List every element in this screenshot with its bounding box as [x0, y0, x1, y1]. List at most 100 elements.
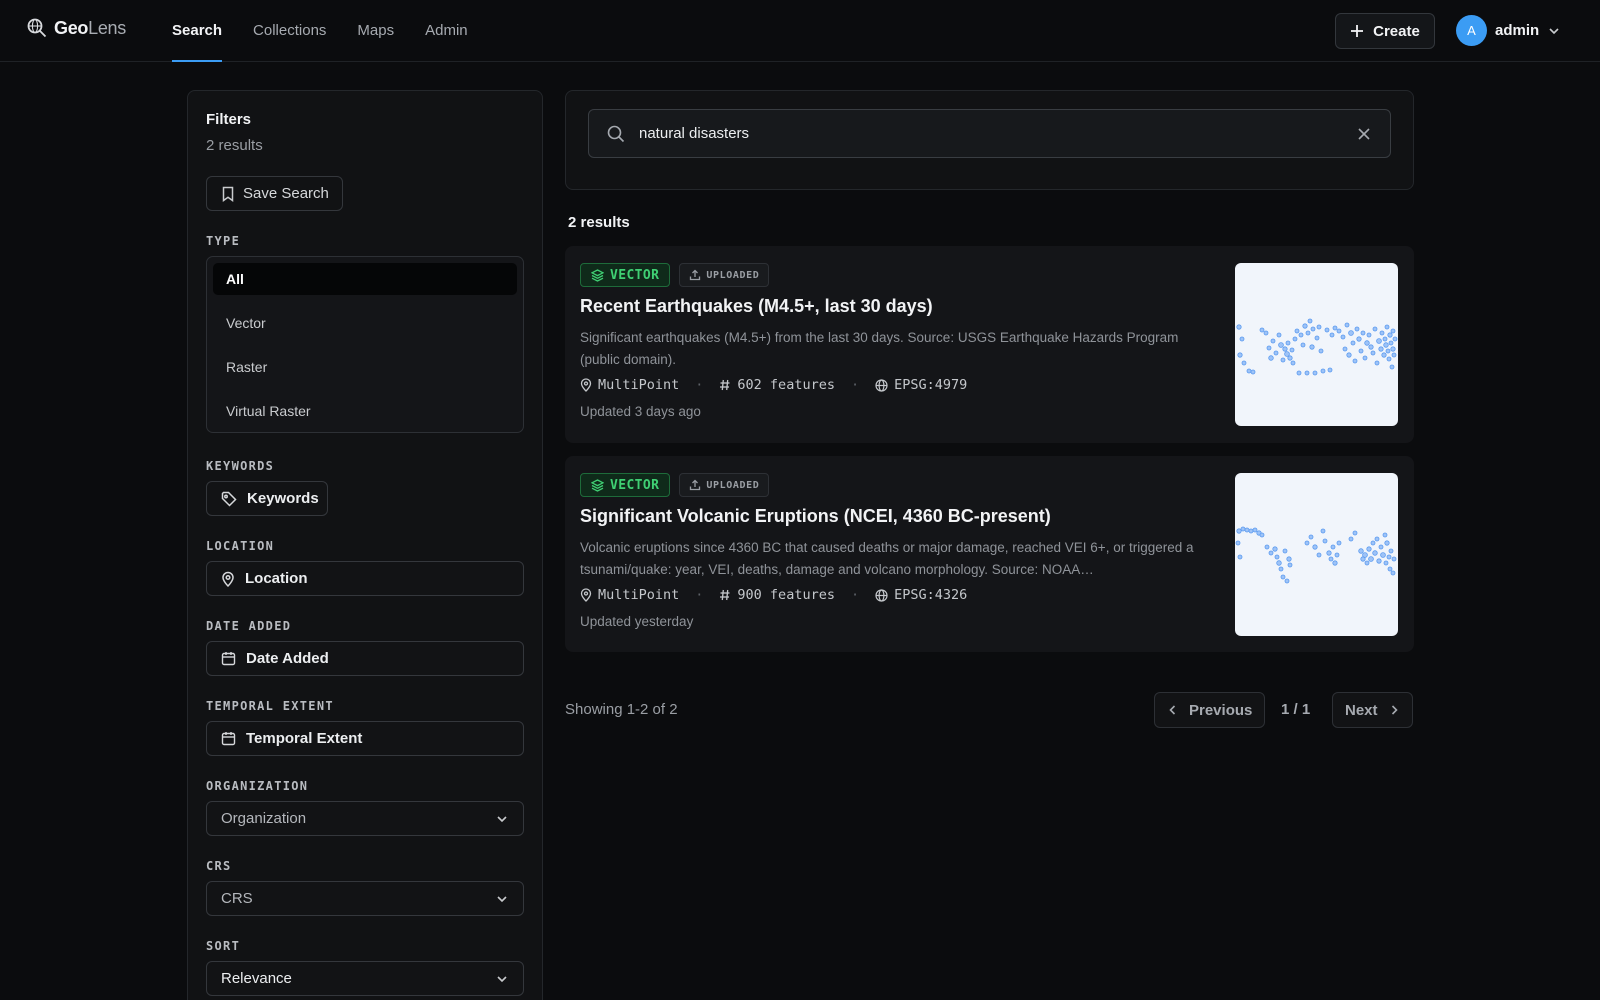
tab-collections[interactable]: Collections	[253, 0, 326, 62]
organization-section-label: ORGANIZATION	[206, 779, 309, 793]
next-page-button[interactable]: Next	[1332, 692, 1413, 728]
tab-admin[interactable]: Admin	[425, 0, 468, 62]
location-button-label: Location	[245, 570, 308, 587]
date-added-section-label: DATE ADDED	[206, 619, 292, 633]
temporal-extent-button[interactable]: Temporal Extent	[206, 721, 524, 756]
top-navigation-bar: GeoLens Search Collections Maps Admin Cr…	[0, 0, 1600, 62]
calendar-icon	[221, 651, 236, 666]
bookmark-icon	[221, 186, 235, 202]
chevron-down-icon	[495, 972, 509, 986]
layers-icon	[591, 478, 604, 492]
upload-icon	[689, 269, 701, 281]
earthquake-points-map	[1236, 318, 1398, 376]
filters-title: Filters	[206, 111, 252, 128]
result-geometry: MultiPoint	[598, 377, 680, 393]
filters-panel: Filters 2 results Save Search TYPE All V…	[187, 90, 543, 1000]
organization-select[interactable]: Organization	[206, 801, 524, 836]
source-badge: UPLOADED	[679, 473, 770, 497]
keywords-button[interactable]: Keywords	[206, 481, 328, 516]
save-search-button[interactable]: Save Search	[206, 176, 343, 211]
globe-icon	[875, 378, 888, 392]
crs-select[interactable]: CRS	[206, 881, 524, 916]
source-badge-label: UPLOADED	[706, 269, 760, 281]
previous-page-label: Previous	[1189, 701, 1253, 719]
hash-icon	[719, 379, 731, 391]
calendar-icon	[221, 731, 236, 746]
user-menu[interactable]: A admin	[1456, 15, 1561, 46]
type-option-vector[interactable]: Vector	[213, 307, 517, 339]
app-name-light: Lens	[88, 17, 126, 38]
avatar: A	[1456, 15, 1487, 46]
magnifier-globe-icon	[26, 17, 48, 39]
chevron-down-icon	[1547, 24, 1561, 38]
filters-result-count: 2 results	[206, 137, 263, 154]
close-icon[interactable]	[1356, 126, 1372, 142]
meta-separator: ·	[850, 377, 860, 393]
globe-icon	[875, 588, 888, 602]
result-card[interactable]: VECTOR UPLOADED Significant Volcanic Eru…	[565, 456, 1414, 652]
user-name: admin	[1495, 22, 1540, 39]
badge-row: VECTOR UPLOADED	[580, 473, 770, 497]
search-icon	[607, 125, 625, 143]
tab-search[interactable]: Search	[172, 0, 223, 62]
result-geometry: MultiPoint	[598, 587, 680, 603]
date-added-button[interactable]: Date Added	[206, 641, 524, 676]
app-name-bold: Geo	[54, 17, 89, 38]
type-badge-label: VECTOR	[610, 477, 660, 493]
location-button[interactable]: Location	[206, 561, 524, 596]
plus-icon	[1350, 24, 1364, 38]
type-badge: VECTOR	[580, 263, 671, 287]
result-card[interactable]: VECTOR UPLOADED Recent Earthquakes (M4.5…	[565, 246, 1414, 443]
chevron-left-icon	[1167, 704, 1179, 716]
layers-icon	[591, 268, 604, 282]
meta-separator: ·	[850, 587, 860, 603]
keywords-button-label: Keywords	[247, 490, 319, 507]
search-panel	[565, 90, 1414, 190]
search-field[interactable]	[588, 109, 1391, 158]
result-feature-count: 602 features	[737, 377, 835, 393]
organization-select-value: Organization	[221, 810, 307, 827]
type-option-raster[interactable]: Raster	[213, 351, 517, 383]
result-meta: MultiPoint · 900 features · EPSG:4326	[580, 587, 967, 603]
result-thumbnail[interactable]	[1235, 473, 1398, 636]
keywords-section-label: KEYWORDS	[206, 459, 275, 473]
result-description: Significant earthquakes (M4.5+) from the…	[580, 330, 1179, 367]
type-option-virtual-raster[interactable]: Virtual Raster	[213, 395, 517, 427]
search-input[interactable]	[639, 110, 1339, 157]
source-badge: UPLOADED	[679, 263, 770, 287]
result-thumbnail[interactable]	[1235, 263, 1398, 426]
result-title[interactable]: Significant Volcanic Eruptions (NCEI, 43…	[580, 506, 1051, 527]
meta-separator: ·	[695, 587, 704, 603]
crs-select-value: CRS	[221, 890, 253, 907]
app-name: GeoLens	[54, 18, 126, 39]
badge-row: VECTOR UPLOADED	[580, 263, 770, 287]
result-title[interactable]: Recent Earthquakes (M4.5+, last 30 days)	[580, 296, 933, 317]
source-badge-label: UPLOADED	[706, 479, 760, 491]
result-updated: Updated 3 days ago	[580, 404, 701, 419]
map-pin-icon	[221, 571, 235, 587]
map-pin-icon	[580, 588, 592, 602]
create-button[interactable]: Create	[1335, 13, 1435, 49]
app-logo[interactable]: GeoLens	[26, 17, 126, 39]
sort-select-value: Relevance	[221, 970, 292, 987]
next-page-label: Next	[1345, 701, 1378, 719]
map-pin-icon	[580, 378, 592, 392]
type-option-all[interactable]: All	[213, 263, 517, 295]
location-section-label: LOCATION	[206, 539, 275, 553]
results-heading: 2 results	[568, 214, 630, 231]
save-search-label: Save Search	[243, 185, 329, 202]
tag-icon	[221, 491, 237, 507]
tab-maps[interactable]: Maps	[357, 0, 394, 62]
previous-page-button[interactable]: Previous	[1154, 692, 1266, 728]
temporal-extent-section-label: TEMPORAL EXTENT	[206, 699, 334, 713]
type-list: All Vector Raster Virtual Raster	[206, 256, 524, 433]
sort-select[interactable]: Relevance	[206, 961, 524, 996]
result-feature-count: 900 features	[737, 587, 835, 603]
type-section-label: TYPE	[206, 234, 241, 248]
page-indicator: 1 / 1	[1281, 701, 1311, 718]
result-crs: EPSG:4979	[894, 377, 968, 393]
meta-separator: ·	[695, 377, 704, 393]
type-badge: VECTOR	[580, 473, 671, 497]
pagination-summary: Showing 1-2 of 2	[565, 701, 678, 718]
sort-section-label: SORT	[206, 939, 241, 953]
